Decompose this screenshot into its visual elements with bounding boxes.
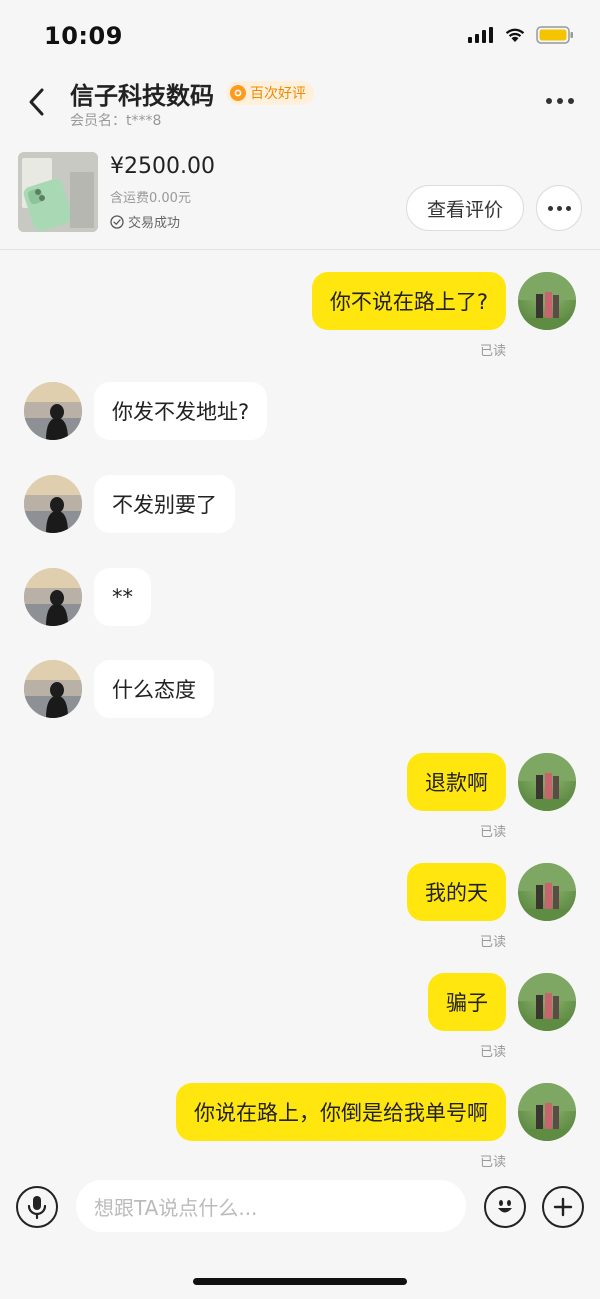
product-thumbnail[interactable] (18, 152, 98, 232)
message-input-bar: 想跟TA说点什么... (0, 1170, 600, 1299)
seller-message-bubble[interactable]: 不发别要了 (94, 475, 235, 533)
my-message-bubble[interactable]: 骗子 (428, 973, 506, 1031)
my-message-bubble[interactable]: 我的天 (407, 863, 506, 921)
emoji-button[interactable] (484, 1186, 526, 1228)
seller-message-bubble[interactable]: 什么态度 (94, 660, 214, 718)
wifi-icon (505, 28, 525, 42)
seller-avatar[interactable] (24, 475, 82, 533)
seller-avatar[interactable] (24, 382, 82, 440)
status-bar: 10:09 (0, 0, 600, 70)
emoji-icon (498, 1200, 512, 1213)
chat-message-list[interactable]: 你不说在路上了? 已读 你发不发地址? 不发别要了 ** 什么态度 退款啊 已读… (0, 250, 600, 1170)
shop-name[interactable]: 信子科技数码 (70, 76, 214, 111)
more-horizontal-icon (547, 205, 553, 211)
read-receipt: 已读 (479, 825, 506, 840)
member-name: 会员名：t***8 (70, 113, 162, 129)
voice-button[interactable] (16, 1186, 58, 1228)
status-time: 10:09 (44, 22, 123, 50)
product-price: ¥2500.00 (110, 154, 215, 179)
read-receipt: 已读 (479, 344, 506, 359)
product-more-button[interactable] (536, 185, 582, 231)
signal-icon (468, 27, 493, 43)
badge-label: 百次好评 (250, 86, 306, 102)
check-circle-icon (110, 214, 124, 229)
shipping-fee: 含运费0.00元 (110, 191, 191, 206)
message-input[interactable]: 想跟TA说点什么... (76, 1180, 466, 1232)
my-message-bubble[interactable]: 你不说在路上了? (311, 272, 506, 330)
more-dot (565, 205, 571, 211)
seller-avatar[interactable] (24, 568, 82, 626)
seller-message-bubble[interactable]: 你发不发地址? (94, 382, 268, 440)
more-dot (556, 205, 562, 211)
more-options-button[interactable] (540, 86, 580, 116)
product-card[interactable]: ¥2500.00 含运费0.00元 交易成功 查看评价 (0, 140, 600, 250)
more-dot (568, 98, 574, 104)
badge-medal-icon (230, 85, 246, 101)
my-message-bubble[interactable]: 退款啊 (407, 753, 506, 811)
my-avatar[interactable] (518, 863, 576, 921)
home-indicator[interactable] (193, 1278, 407, 1285)
plus-icon (553, 1197, 573, 1217)
status-icons (468, 26, 574, 44)
more-dots-icon (546, 98, 552, 104)
trade-status: 交易成功 (110, 212, 180, 231)
view-review-button[interactable]: 查看评价 (406, 185, 524, 231)
read-receipt: 已读 (479, 1155, 506, 1170)
my-avatar[interactable] (518, 973, 576, 1031)
back-arrow-icon (29, 88, 44, 116)
seller-avatar[interactable] (24, 660, 82, 718)
trade-status-label: 交易成功 (128, 216, 181, 231)
seller-message-bubble[interactable]: ** (94, 568, 151, 626)
battery-icon (536, 26, 573, 44)
back-button[interactable] (18, 82, 54, 122)
my-avatar[interactable] (518, 1083, 576, 1141)
read-receipt: 已读 (479, 1045, 506, 1060)
rating-badge: 百次好评 (226, 81, 314, 105)
more-dot (557, 98, 563, 104)
my-avatar[interactable] (518, 272, 576, 330)
microphone-icon (27, 1196, 47, 1220)
chat-header: 信子科技数码 百次好评 会员名：t***8 (0, 70, 600, 140)
more-actions-button[interactable] (542, 1186, 584, 1228)
my-avatar[interactable] (518, 753, 576, 811)
phone-image (18, 152, 98, 232)
my-message-bubble[interactable]: 你说在路上，你倒是给我单号啊 (176, 1083, 506, 1141)
read-receipt: 已读 (479, 935, 506, 950)
